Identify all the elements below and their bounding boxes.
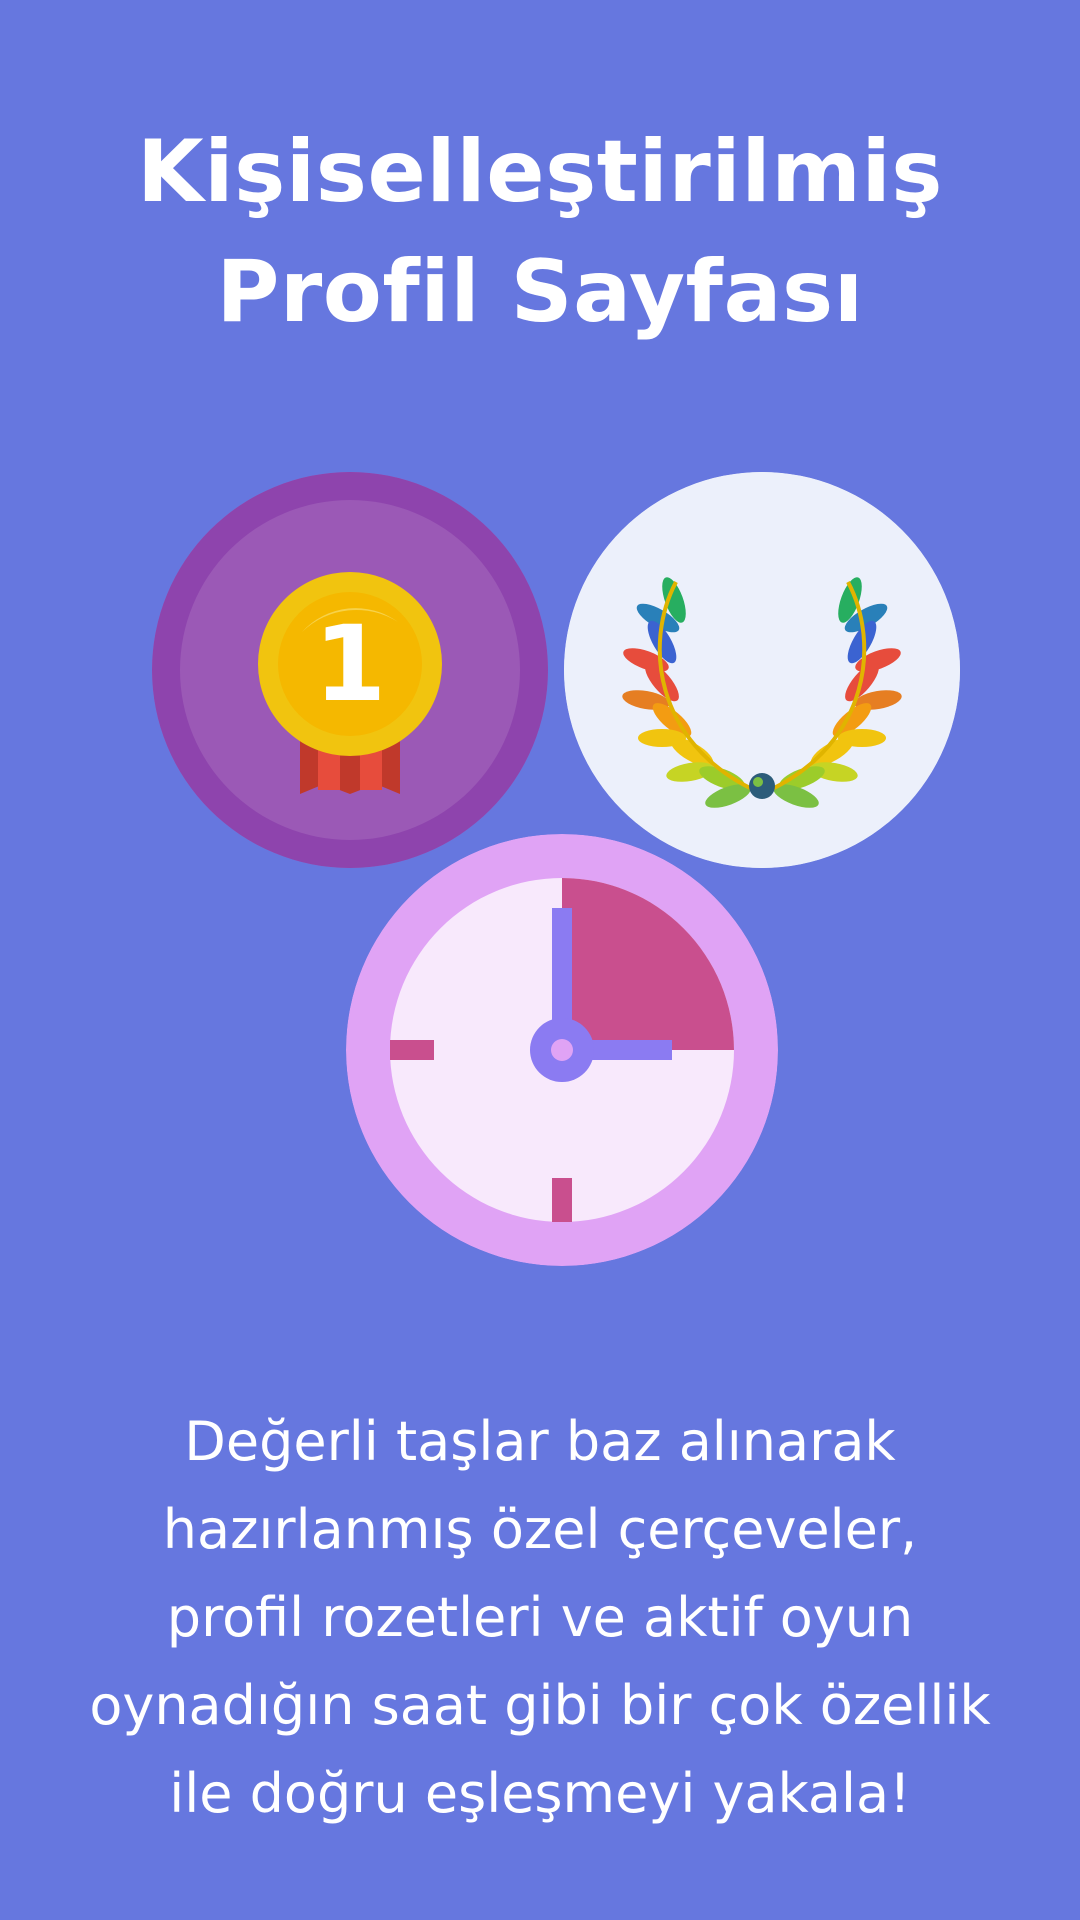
laurel-wreath-icon (564, 472, 960, 868)
feature-description: Değerli taşlar baz alınarak hazırlanmış … (60, 1398, 1020, 1838)
medal-number: 1 (314, 603, 386, 725)
screen: Kişiselleştirilmiş Profil Sayfası 1 Değe… (0, 0, 1080, 1920)
page-title: Kişiselleştirilmiş Profil Sayfası (0, 112, 1080, 352)
profile-frame-illustration (564, 472, 960, 868)
profile-badge-illustration: 1 (152, 472, 548, 868)
play-time-clock-illustration (346, 834, 778, 1266)
description-line-2: hazırlanmış özel çerçeveler, (162, 1498, 918, 1561)
clock-icon (346, 834, 778, 1266)
medal-icon: 1 (152, 472, 548, 868)
description-line-4: oynadığın saat gibi bir çok özellik (89, 1674, 991, 1737)
page-title-line-1: Kişiselleştirilmiş (136, 122, 943, 222)
description-line-1: Değerli taşlar baz alınarak (184, 1410, 896, 1473)
description-line-5: ile doğru eşleşmeyi yakala! (169, 1762, 911, 1825)
description-line-3: profil rozetleri ve aktif oyun (166, 1586, 914, 1649)
page-title-line-2: Profil Sayfası (216, 242, 864, 342)
